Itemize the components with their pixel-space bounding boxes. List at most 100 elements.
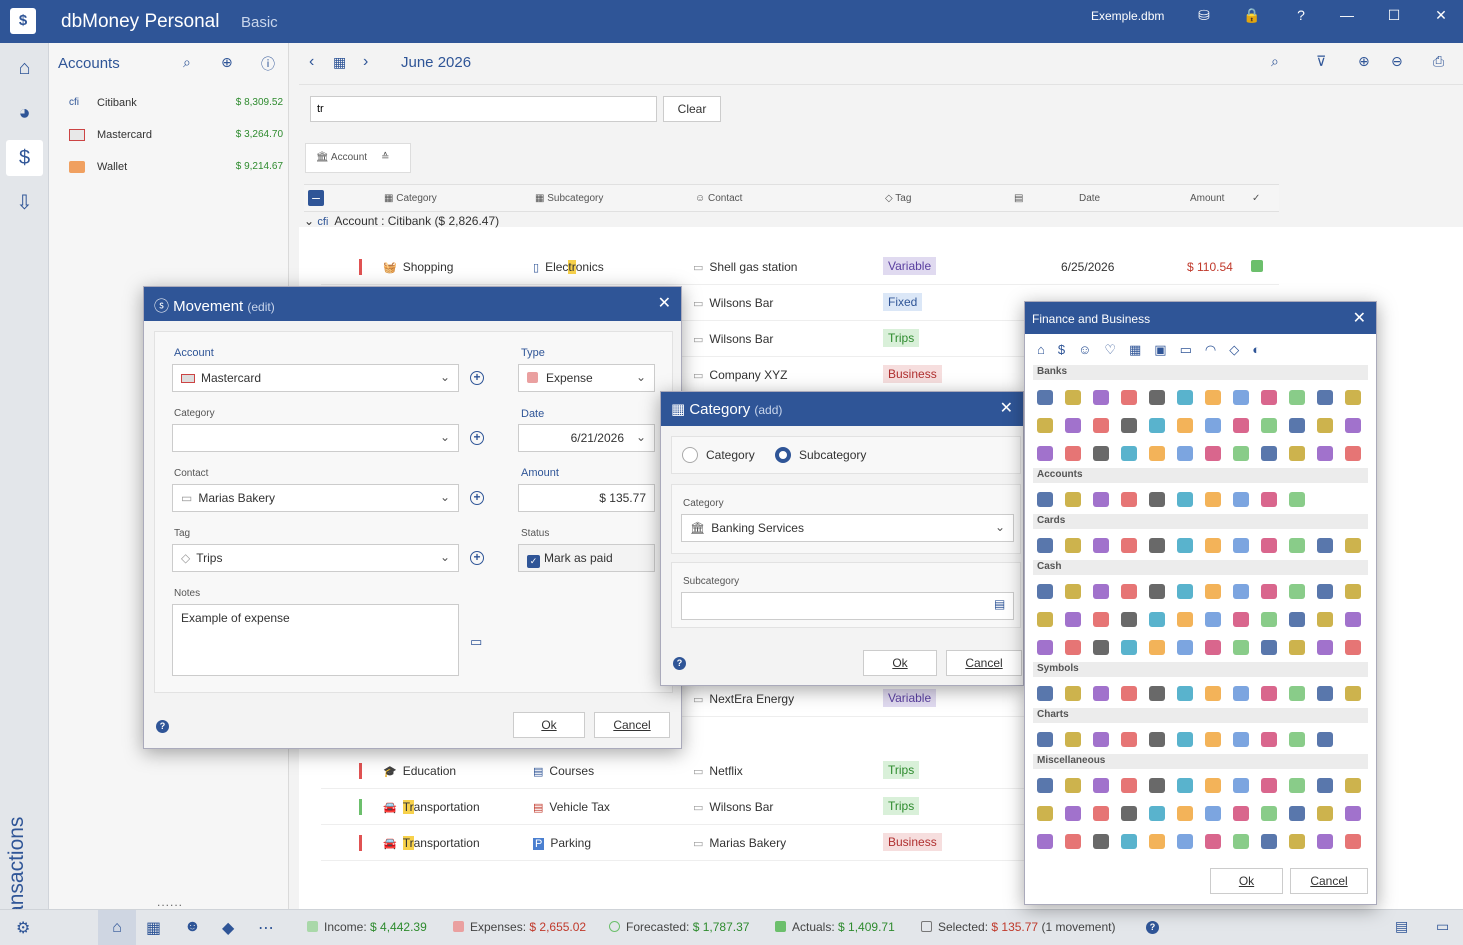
- finance-icon[interactable]: [1149, 732, 1165, 747]
- paid-checkbox[interactable]: ✓ Mark as paid: [518, 544, 655, 572]
- search-icon[interactable]: ⌕: [1271, 53, 1279, 70]
- finance-icon[interactable]: [1205, 538, 1221, 553]
- home-icon[interactable]: ⌂: [6, 50, 43, 86]
- finance-icon[interactable]: [1261, 612, 1277, 627]
- finance-icon[interactable]: [1121, 834, 1137, 849]
- finance-icon[interactable]: [1037, 418, 1053, 433]
- finance-icon[interactable]: [1149, 778, 1165, 793]
- finance-icon[interactable]: [1233, 492, 1249, 507]
- file-name[interactable]: Exemple.dbm: [1091, 9, 1164, 23]
- finance-icon[interactable]: [1065, 612, 1081, 627]
- finance-icon[interactable]: [1149, 390, 1165, 405]
- finance-icon[interactable]: [1065, 446, 1081, 461]
- finance-icon[interactable]: [1205, 732, 1221, 747]
- finance-icon[interactable]: [1037, 584, 1053, 599]
- finance-icon[interactable]: [1205, 446, 1221, 461]
- account-item[interactable]: cﬁ Citibank $ 8,309.52: [69, 93, 285, 117]
- finance-icon[interactable]: [1065, 390, 1081, 405]
- table-row[interactable]: 🧺 Shopping ▯ Electronics ▭ Shell gas statio…: [321, 249, 1279, 285]
- filter-icon[interactable]: ⊽: [1316, 53, 1326, 70]
- finance-icon[interactable]: [1289, 612, 1305, 627]
- finance-icon[interactable]: [1037, 492, 1053, 507]
- icon-category-tabs[interactable]: ⌂$☺♡▦▣▭◠◇◐: [1037, 342, 1273, 358]
- finance-icon[interactable]: [1177, 418, 1193, 433]
- finance-icon[interactable]: [1317, 612, 1333, 627]
- finance-icon[interactable]: [1065, 584, 1081, 599]
- finance-icon[interactable]: [1205, 492, 1221, 507]
- settings-icon[interactable]: ⚙: [16, 918, 30, 938]
- finance-icon[interactable]: [1065, 732, 1081, 747]
- finance-icon[interactable]: [1037, 612, 1053, 627]
- ok-button[interactable]: Ok: [513, 712, 585, 738]
- finance-icon[interactable]: [1149, 538, 1165, 553]
- finance-icon[interactable]: [1037, 778, 1053, 793]
- finance-icon[interactable]: [1149, 492, 1165, 507]
- cancel-button[interactable]: Cancel: [1290, 868, 1368, 894]
- finance-icon[interactable]: [1233, 418, 1249, 433]
- finance-icon[interactable]: [1345, 612, 1361, 627]
- add-account-icon[interactable]: +: [470, 371, 484, 385]
- finance-icon[interactable]: [1289, 584, 1305, 599]
- close-icon[interactable]: ✕: [1429, 7, 1453, 27]
- finance-icon[interactable]: [1233, 640, 1249, 655]
- transactions-tab-icon[interactable]: ⌂: [98, 910, 136, 945]
- contact-icon[interactable]: ☻: [184, 918, 201, 936]
- finance-icon[interactable]: [1233, 612, 1249, 627]
- chart-pie-icon[interactable]: ◕: [6, 95, 43, 131]
- finance-icon[interactable]: [1205, 806, 1221, 821]
- lock-icon[interactable]: 🔒: [1240, 7, 1264, 27]
- chevron-left-icon[interactable]: ‹: [309, 53, 314, 71]
- column-category[interactable]: ▦ Category: [384, 193, 437, 204]
- finance-icon[interactable]: [1261, 806, 1277, 821]
- column-subcategory[interactable]: ▦ Subcategory: [535, 193, 603, 204]
- finance-icon[interactable]: [1261, 834, 1277, 849]
- finance-icon[interactable]: [1317, 834, 1333, 849]
- subcategory-input[interactable]: [681, 592, 1014, 620]
- finance-icon[interactable]: [1093, 584, 1109, 599]
- finance-icon[interactable]: [1065, 640, 1081, 655]
- finance-icon[interactable]: [1149, 446, 1165, 461]
- finance-icon[interactable]: [1149, 834, 1165, 849]
- finance-icon[interactable]: [1317, 538, 1333, 553]
- radio-category[interactable]: Category: [682, 447, 755, 463]
- finance-icon[interactable]: [1177, 778, 1193, 793]
- contact-select[interactable]: ▭ Marias Bakery ⌄: [172, 484, 459, 512]
- finance-icon[interactable]: [1065, 492, 1081, 507]
- finance-icon[interactable]: [1317, 584, 1333, 599]
- column-contact[interactable]: ☺ Contact: [695, 193, 742, 204]
- column-tag[interactable]: ◇ Tag: [885, 193, 911, 204]
- date-picker[interactable]: 6/21/2026 ⌄: [518, 424, 655, 452]
- radio-subcategory[interactable]: Subcategory: [775, 447, 866, 463]
- add-contact-icon[interactable]: +: [470, 491, 484, 505]
- finance-icon[interactable]: [1093, 390, 1109, 405]
- column-paid-icon[interactable]: ✓: [1252, 193, 1260, 204]
- column-date[interactable]: Date: [1079, 193, 1100, 204]
- finance-icon[interactable]: [1289, 390, 1305, 405]
- finance-icon[interactable]: [1317, 686, 1333, 701]
- finance-icon[interactable]: [1121, 538, 1137, 553]
- finance-icon[interactable]: [1205, 390, 1221, 405]
- finance-icon[interactable]: [1177, 584, 1193, 599]
- column-notes-icon[interactable]: ▤: [1014, 193, 1023, 204]
- paid-checkbox[interactable]: [1251, 260, 1263, 272]
- finance-icon[interactable]: [1177, 686, 1193, 701]
- finance-icon[interactable]: [1037, 538, 1053, 553]
- finance-icon[interactable]: [1177, 538, 1193, 553]
- help-icon[interactable]: ?: [1146, 921, 1159, 934]
- help-icon[interactable]: ⓘ: [261, 54, 275, 74]
- finance-icon[interactable]: [1177, 732, 1193, 747]
- maximize-icon[interactable]: ☐: [1382, 7, 1406, 27]
- category-select[interactable]: ⌄: [172, 424, 459, 452]
- finance-icon[interactable]: [1121, 390, 1137, 405]
- finance-icon[interactable]: [1233, 834, 1249, 849]
- type-select[interactable]: Expense ⌄: [518, 364, 655, 392]
- finance-icon[interactable]: [1065, 778, 1081, 793]
- finance-icon[interactable]: [1345, 538, 1361, 553]
- sort-icon[interactable]: ≙: [381, 152, 389, 163]
- close-icon[interactable]: ✕: [1000, 398, 1013, 418]
- finance-icon[interactable]: [1177, 806, 1193, 821]
- minimize-icon[interactable]: —: [1335, 7, 1359, 27]
- finance-icon[interactable]: [1289, 732, 1305, 747]
- window-icon[interactable]: ▭: [1436, 918, 1449, 935]
- database-icon[interactable]: ⛁: [1192, 7, 1216, 27]
